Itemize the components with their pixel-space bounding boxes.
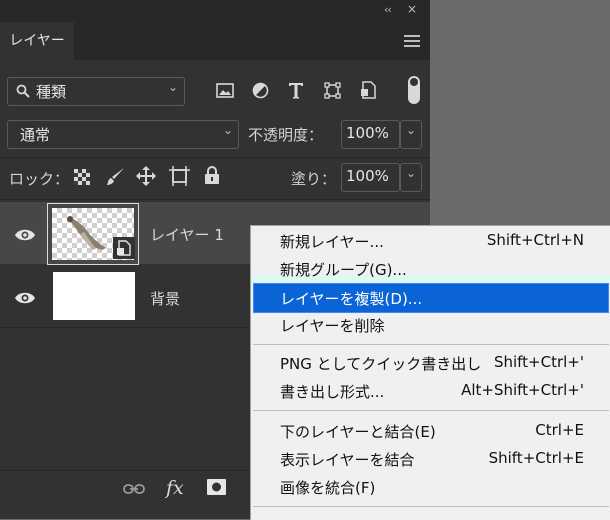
add-mask-icon[interactable]: [207, 479, 226, 495]
menu-item-export-as[interactable]: 書き出し形式... Alt+Shift+Ctrl+': [251, 377, 610, 405]
chevron-down-icon: ⌄: [223, 123, 234, 137]
layer-name[interactable]: 背景: [150, 288, 180, 309]
layer-context-menu: 新規レイヤー... Shift+Ctrl+N 新規グループ(G)... レイヤー…: [250, 225, 610, 520]
menu-item-merge-down[interactable]: 下のレイヤーと結合(E) Ctrl+E: [251, 417, 610, 445]
smart-object-badge-icon: [113, 237, 135, 259]
menu-item-quick-export-png[interactable]: PNG としてクイック書き出し Shift+Ctrl+': [251, 349, 610, 377]
collapse-icon[interactable]: ‹‹: [384, 3, 392, 16]
opacity-label: 不透明度：: [248, 126, 324, 144]
menu-item-new-layer[interactable]: 新規レイヤー... Shift+Ctrl+N: [251, 227, 610, 255]
filter-kind-label: 種類: [36, 83, 67, 101]
visibility-eye-icon[interactable]: [14, 228, 36, 242]
fill-input[interactable]: 100%: [341, 163, 400, 192]
smart-object-filter-icon[interactable]: [360, 81, 377, 99]
fill-label: 塗り：: [291, 170, 337, 188]
figure-thumbnail-image: [67, 216, 106, 250]
shape-filter-icon[interactable]: [324, 82, 341, 99]
menu-item-delete-layer[interactable]: レイヤーを削除: [251, 311, 610, 339]
close-icon[interactable]: ×: [407, 2, 417, 16]
layer-name[interactable]: レイヤー 1: [150, 224, 224, 245]
link-layers-icon[interactable]: [123, 483, 145, 495]
lock-all-icon[interactable]: [204, 166, 220, 185]
chevron-down-icon: ⌄: [406, 123, 417, 137]
tab-layers[interactable]: レイヤー: [0, 22, 74, 60]
search-icon: [16, 84, 30, 98]
tab-strip: レイヤー: [0, 22, 430, 60]
lock-transparent-pixels-icon[interactable]: [74, 169, 90, 185]
chevron-down-icon: ⌄: [168, 80, 179, 94]
opacity-dropdown-button[interactable]: ⌄: [400, 120, 422, 149]
layer-style-fx-button[interactable]: fx: [166, 477, 184, 499]
divider: [0, 199, 430, 200]
menu-item-new-group[interactable]: 新規グループ(G)...: [251, 255, 610, 283]
blend-mode-select[interactable]: 通常 ⌄: [7, 120, 239, 149]
lock-position-move-icon[interactable]: [136, 166, 156, 186]
lock-image-pixels-brush-icon[interactable]: [106, 167, 125, 186]
menu-item-merge-visible[interactable]: 表示レイヤーを結合 Shift+Ctrl+E: [251, 445, 610, 473]
layer-thumbnail[interactable]: [47, 203, 139, 265]
adjustment-filter-icon[interactable]: [252, 82, 269, 99]
blend-mode-value: 通常: [20, 126, 51, 144]
image-filter-icon[interactable]: [216, 83, 234, 98]
opacity-input[interactable]: 100%: [341, 120, 400, 149]
filter-kind-select[interactable]: 種類 ⌄: [7, 77, 185, 106]
panel-title-bar: ‹‹ ×: [0, 0, 430, 22]
type-filter-icon[interactable]: [288, 82, 304, 99]
chevron-down-icon: ⌄: [406, 166, 417, 180]
layer-thumbnail[interactable]: [53, 272, 135, 320]
filter-toggle[interactable]: [408, 76, 420, 104]
menu-item-duplicate-layer[interactable]: レイヤーを複製(D)...: [253, 283, 609, 313]
visibility-eye-icon[interactable]: [14, 291, 36, 305]
menu-item-flatten-image[interactable]: 画像を統合(F): [251, 473, 610, 501]
lock-label: ロック：: [9, 170, 70, 188]
lock-artboard-icon[interactable]: [169, 166, 190, 186]
panel-menu-icon[interactable]: [404, 35, 420, 47]
fill-dropdown-button[interactable]: ⌄: [400, 163, 422, 192]
divider: [0, 157, 430, 158]
